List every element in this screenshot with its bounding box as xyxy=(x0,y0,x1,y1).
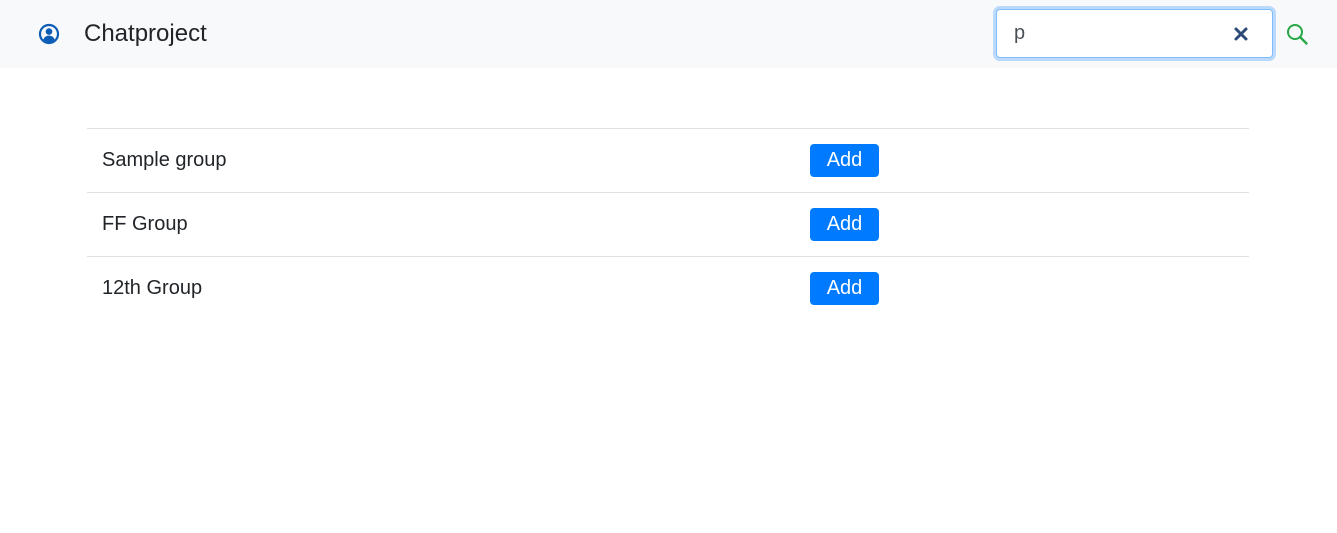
add-group-button[interactable]: Add xyxy=(810,272,879,305)
close-icon[interactable] xyxy=(1231,24,1251,44)
app-title[interactable]: Chatproject xyxy=(84,19,207,49)
group-name: Sample group xyxy=(102,149,227,171)
group-table: Sample group Add FF Group Add 12th Group… xyxy=(87,128,1249,320)
table-row: 12th Group Add xyxy=(87,256,1249,320)
add-group-button[interactable]: Add xyxy=(810,144,879,177)
group-name: FF Group xyxy=(102,213,188,235)
search-box xyxy=(996,9,1273,58)
user-circle-icon[interactable] xyxy=(38,23,60,45)
table-row: FF Group Add xyxy=(87,192,1249,256)
table-row: Sample group Add xyxy=(87,128,1249,192)
search-input[interactable] xyxy=(997,10,1227,57)
navbar: Chatproject xyxy=(0,0,1337,68)
group-name: 12th Group xyxy=(102,277,203,299)
search-icon[interactable] xyxy=(1285,22,1309,46)
add-group-button[interactable]: Add xyxy=(810,208,879,241)
